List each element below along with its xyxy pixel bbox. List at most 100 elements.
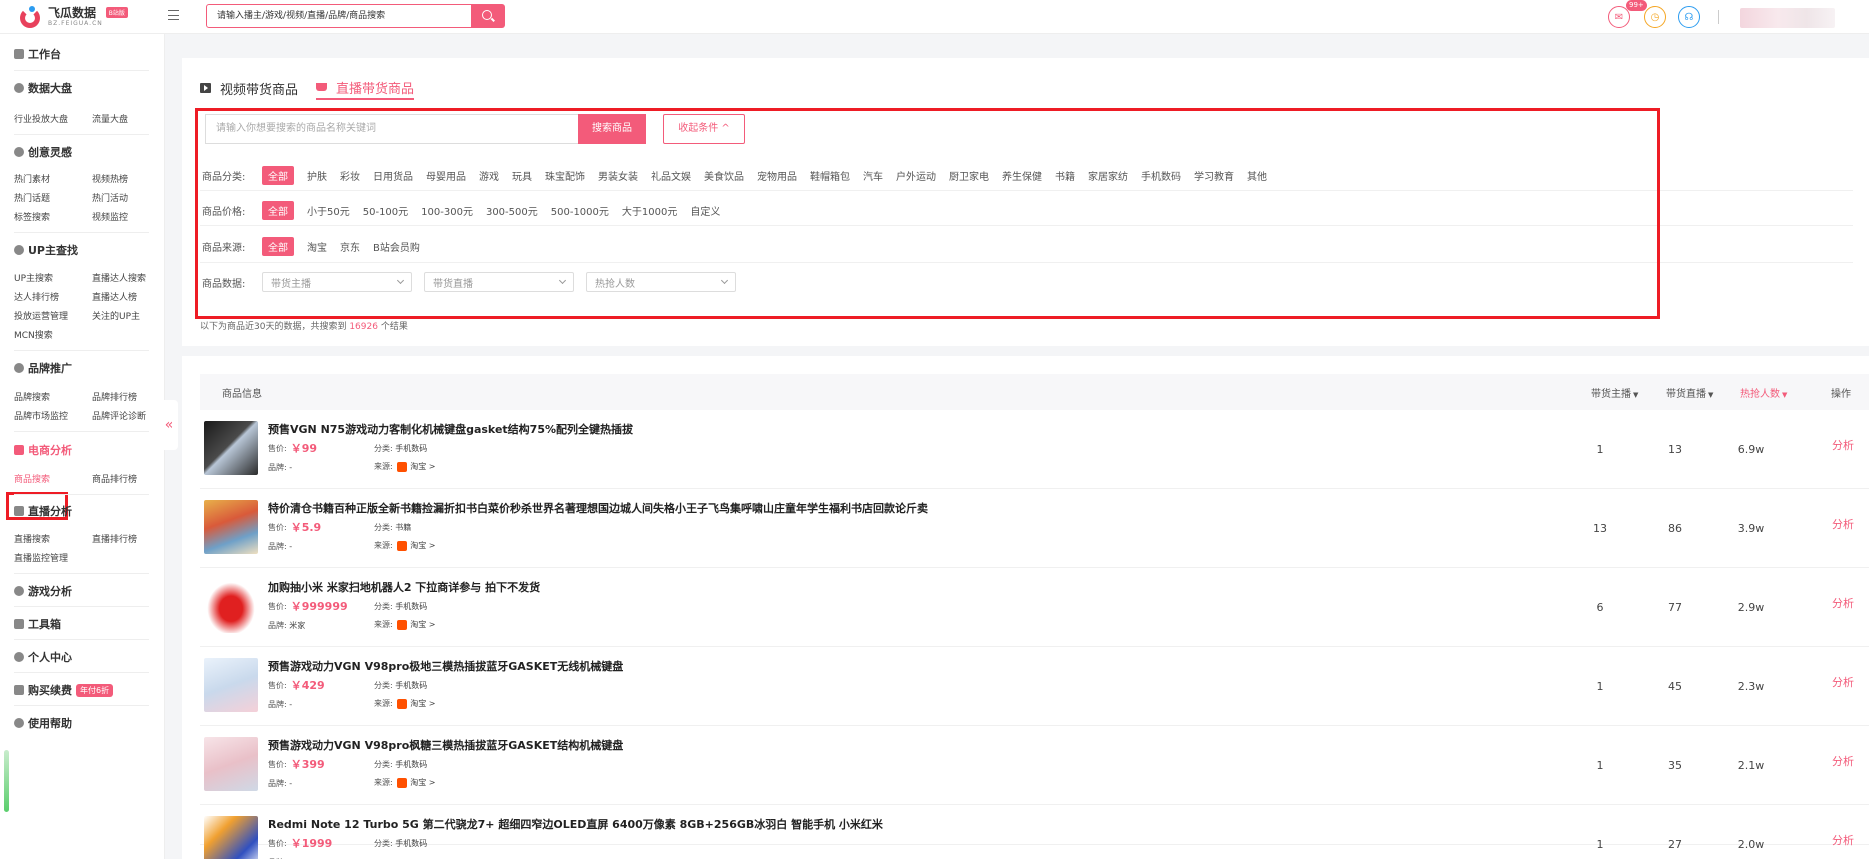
- sidebar-group-live[interactable]: 直播分析: [14, 503, 72, 519]
- sidebar-item-live-monitor[interactable]: 直播监控管理: [14, 551, 68, 564]
- sidebar-item-mcn-search[interactable]: MCN搜索: [14, 328, 53, 341]
- category-key: 分类:: [374, 523, 393, 532]
- analyze-link[interactable]: 分析: [1832, 674, 1854, 690]
- sidebar-item-video-hot[interactable]: 视频热榜: [92, 172, 128, 185]
- price-key: 售价:: [268, 680, 287, 690]
- clock-icon[interactable]: ◷: [1644, 6, 1666, 28]
- sidebar-scrollbar[interactable]: [4, 750, 9, 812]
- table-row[interactable]: 预售VGN N75游戏动力客制化机械键盘gasket结构75%配列全键热插拔 售价…: [200, 410, 1869, 489]
- tab-video-products[interactable]: 视频带货商品: [200, 76, 298, 100]
- table-row[interactable]: 预售游戏动力VGN V98pro枫糖三模热插拔蓝牙GASKET结构机械键盘 售价:…: [200, 726, 1869, 805]
- sidebar-item-hot-material[interactable]: 热门素材: [14, 172, 50, 185]
- table-row[interactable]: 特价清仓书籍百种正版全新书籍捡漏折扣书白菜价秒杀世界名著理想国边城人间失格小王子…: [200, 489, 1869, 568]
- product-source[interactable]: 来源: 淘宝 >: [374, 540, 436, 551]
- product-thumbnail[interactable]: [204, 421, 258, 475]
- message-count-badge: 99+: [1626, 0, 1647, 11]
- sidebar-item-renew[interactable]: 购买续费 年付6折: [14, 682, 114, 698]
- sidebar-item-brand-search[interactable]: 品牌搜索: [14, 390, 50, 403]
- product-name[interactable]: 特价清仓书籍百种正版全新书籍捡漏折扣书白菜价秒杀世界名著理想国边城人间失格小王子…: [268, 500, 928, 516]
- sidebar-item-followed-up[interactable]: 关注的UP主: [92, 309, 140, 322]
- sidebar-item-tag-search[interactable]: 标签搜索: [14, 210, 50, 223]
- sidebar-group-creative[interactable]: 创意灵感: [14, 144, 72, 160]
- product-name[interactable]: 预售游戏动力VGN V98pro枫糖三模热插拔蓝牙GASKET结构机械键盘: [268, 737, 623, 753]
- diamond-icon: [14, 363, 24, 373]
- menu-toggle-icon[interactable]: [168, 10, 179, 20]
- tab-live-products[interactable]: 直播带货商品: [316, 76, 415, 100]
- product-price: 售价: ￥429: [268, 677, 325, 693]
- sidebar-item-game[interactable]: 游戏分析: [14, 583, 72, 599]
- sidebar-group-data[interactable]: 数据大盘: [14, 80, 72, 96]
- table-row[interactable]: 预售游戏动力VGN V98pro极地三模热插拔蓝牙GASKET无线机械键盘 售价:…: [200, 647, 1869, 726]
- product-name[interactable]: 加购抽小米 米家扫地机器人2 下拉商详参与 拍下不发货: [268, 579, 540, 595]
- sidebar-item-product-rank[interactable]: 商品排行榜: [92, 472, 137, 485]
- sidebar-collapse-icon[interactable]: «: [160, 400, 178, 450]
- product-source[interactable]: 来源: 淘宝 >: [374, 698, 436, 709]
- product-source[interactable]: 来源: 淘宝 >: [374, 461, 436, 472]
- product-name[interactable]: 预售游戏动力VGN V98pro极地三模热插拔蓝牙GASKET无线机械键盘: [268, 658, 623, 674]
- taobao-icon: [397, 540, 408, 551]
- analyze-link[interactable]: 分析: [1832, 437, 1854, 453]
- sidebar-item-up-search[interactable]: UP主搜索: [14, 271, 53, 284]
- product-thumbnail[interactable]: [204, 816, 258, 859]
- app-logo[interactable]: 飞瓜数据 BZ.FEIGUA.CN B站版: [18, 4, 128, 30]
- sidebar-item-help[interactable]: 使用帮助: [14, 715, 72, 731]
- top-bar: 飞瓜数据 BZ.FEIGUA.CN B站版 请输入播主/游戏/视频/直播/品牌/…: [0, 0, 1869, 34]
- cart-icon: [14, 445, 24, 455]
- product-price: 售价: ￥399: [268, 756, 325, 772]
- sidebar-item-talent-rank[interactable]: 达人排行榜: [14, 290, 59, 303]
- product-thumbnail[interactable]: [204, 579, 258, 633]
- sidebar-workbench[interactable]: 工作台: [14, 46, 61, 62]
- header-ops: 操作: [1831, 389, 1851, 400]
- sidebar-item-brand-market[interactable]: 品牌市场监控: [14, 409, 68, 422]
- global-search-button[interactable]: [471, 4, 505, 28]
- table-row[interactable]: Redmi Note 12 Turbo 5G 第二代骁龙7+ 超细四窄边OLED…: [200, 805, 1869, 859]
- sidebar-item-live-rank[interactable]: 直播排行榜: [92, 532, 137, 545]
- header-hot[interactable]: 热抢人数 ▼: [1740, 385, 1787, 400]
- sidebar-item-product-search[interactable]: 商品搜索: [14, 472, 50, 485]
- user-avatar-name[interactable]: [1740, 8, 1835, 28]
- sidebar-item-video-monitor[interactable]: 视频监控: [92, 210, 128, 223]
- source-key: 来源:: [374, 699, 393, 708]
- top-divider: [1718, 10, 1719, 24]
- analyze-link[interactable]: 分析: [1832, 595, 1854, 611]
- source-key: 来源:: [374, 541, 393, 550]
- sidebar-item-live-talent-rank[interactable]: 直播达人榜: [92, 290, 137, 303]
- lives-count: 86: [1668, 522, 1682, 535]
- brand-key: 品牌:: [268, 463, 287, 472]
- gamepad-icon: [14, 586, 24, 596]
- support-icon[interactable]: ☊: [1678, 6, 1700, 28]
- sidebar-item-industry-board[interactable]: 行业投放大盘: [14, 112, 68, 125]
- sidebar-item-tools[interactable]: 工具箱: [14, 616, 61, 632]
- header-anchors[interactable]: 带货主播 ▼: [1591, 385, 1638, 400]
- sidebar-renew-label: 购买续费: [28, 684, 72, 697]
- brand-value: -: [289, 700, 293, 709]
- table-row[interactable]: 加购抽小米 米家扫地机器人2 下拉商详参与 拍下不发货 售价: ￥999999 分类:…: [200, 568, 1869, 647]
- header-lives[interactable]: 带货直播 ▼: [1666, 385, 1713, 400]
- product-source[interactable]: 来源: 淘宝 >: [374, 619, 436, 630]
- product-name[interactable]: Redmi Note 12 Turbo 5G 第二代骁龙7+ 超细四窄边OLED…: [268, 816, 883, 832]
- sidebar-group-up[interactable]: UP主查找: [14, 242, 78, 258]
- sidebar-item-live-talent-search[interactable]: 直播达人搜索: [92, 271, 146, 284]
- sidebar-item-brand-comment[interactable]: 品牌评论诊断: [92, 409, 146, 422]
- analyze-link[interactable]: 分析: [1832, 516, 1854, 532]
- analyze-link[interactable]: 分析: [1832, 832, 1854, 848]
- product-name[interactable]: 预售VGN N75游戏动力客制化机械键盘gasket结构75%配列全键热插拔: [268, 421, 633, 437]
- sidebar-group-ecom[interactable]: 电商分析: [14, 442, 72, 458]
- toolbox-icon: [14, 619, 24, 629]
- sidebar-group-brand[interactable]: 品牌推广: [14, 360, 72, 376]
- sidebar-item-live-search[interactable]: 直播搜索: [14, 532, 50, 545]
- sidebar-item-personal[interactable]: 个人中心: [14, 649, 72, 665]
- sidebar-item-traffic-board[interactable]: 流量大盘: [92, 112, 128, 125]
- source-value: 淘宝 >: [410, 541, 436, 550]
- sidebar-item-brand-rank[interactable]: 品牌排行榜: [92, 390, 137, 403]
- sidebar-item-hot-topic[interactable]: 热门话题: [14, 191, 50, 204]
- product-thumbnail[interactable]: [204, 737, 258, 791]
- product-thumbnail[interactable]: [204, 500, 258, 554]
- sidebar-item-ad-manage[interactable]: 投放运营管理: [14, 309, 68, 322]
- cart-icon: [316, 83, 328, 91]
- product-thumbnail[interactable]: [204, 658, 258, 712]
- analyze-link[interactable]: 分析: [1832, 753, 1854, 769]
- global-search-input[interactable]: 请输入播主/游戏/视频/直播/品牌/商品搜索: [206, 4, 472, 28]
- sidebar-item-hot-activity[interactable]: 热门活动: [92, 191, 128, 204]
- product-source[interactable]: 来源: 淘宝 >: [374, 777, 436, 788]
